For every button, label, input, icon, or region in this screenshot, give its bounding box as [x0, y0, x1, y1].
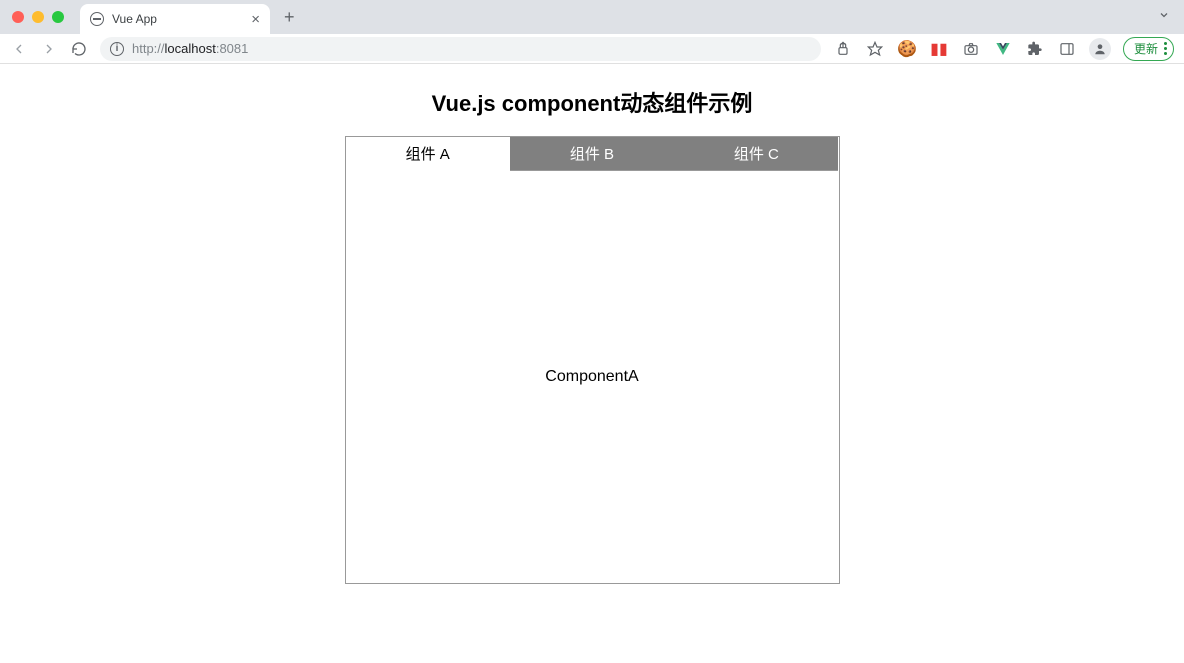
extensions-puzzle-icon[interactable] [1025, 39, 1045, 59]
reload-icon[interactable] [70, 41, 88, 57]
component-body-text: ComponentA [545, 368, 638, 386]
browser-toolbar: i http://localhost:8081 🍪 ▮▮ 更新 [0, 34, 1184, 64]
back-icon[interactable] [10, 41, 28, 57]
close-window-icon[interactable] [12, 11, 24, 23]
forward-icon[interactable] [40, 41, 58, 57]
page-title: Vue.js component动态组件示例 [432, 86, 753, 118]
browser-tab-strip: Vue App × + [0, 0, 1184, 34]
extension-vue-icon[interactable] [993, 39, 1013, 59]
extension-cookie-icon[interactable]: 🍪 [897, 39, 917, 59]
browser-tab[interactable]: Vue App × [80, 4, 270, 34]
component-tabs: 组件 A 组件 B 组件 C [346, 137, 839, 171]
bookmark-star-icon[interactable] [865, 39, 885, 59]
toolbar-actions: 🍪 ▮▮ 更新 [833, 37, 1174, 61]
page-content: Vue.js component动态组件示例 组件 A 组件 B 组件 C Co… [0, 64, 1184, 584]
maximize-window-icon[interactable] [52, 11, 64, 23]
minimize-window-icon[interactable] [32, 11, 44, 23]
component-demo-box: 组件 A 组件 B 组件 C ComponentA [345, 136, 840, 584]
window-controls [0, 11, 76, 23]
share-icon[interactable] [833, 39, 853, 59]
site-info-icon[interactable]: i [110, 42, 124, 56]
extension-camera-icon[interactable] [961, 39, 981, 59]
profile-avatar-icon[interactable] [1089, 38, 1111, 60]
tab-component-b[interactable]: 组件 B [510, 137, 674, 171]
address-bar[interactable]: i http://localhost:8081 [100, 37, 821, 61]
tab-component-c[interactable]: 组件 C [674, 137, 838, 171]
tabs-dropdown-icon[interactable] [1158, 8, 1184, 26]
update-button[interactable]: 更新 [1123, 37, 1174, 61]
tab-title: Vue App [112, 12, 157, 26]
url-text: http://localhost:8081 [132, 41, 248, 56]
tab-component-a[interactable]: 组件 A [346, 137, 510, 171]
close-tab-icon[interactable]: × [251, 11, 260, 28]
extension-red-icon[interactable]: ▮▮ [929, 39, 949, 59]
component-body: ComponentA [346, 171, 839, 583]
globe-icon [90, 12, 104, 26]
menu-dots-icon [1164, 42, 1167, 55]
side-panel-icon[interactable] [1057, 39, 1077, 59]
new-tab-button[interactable]: + [284, 7, 295, 28]
